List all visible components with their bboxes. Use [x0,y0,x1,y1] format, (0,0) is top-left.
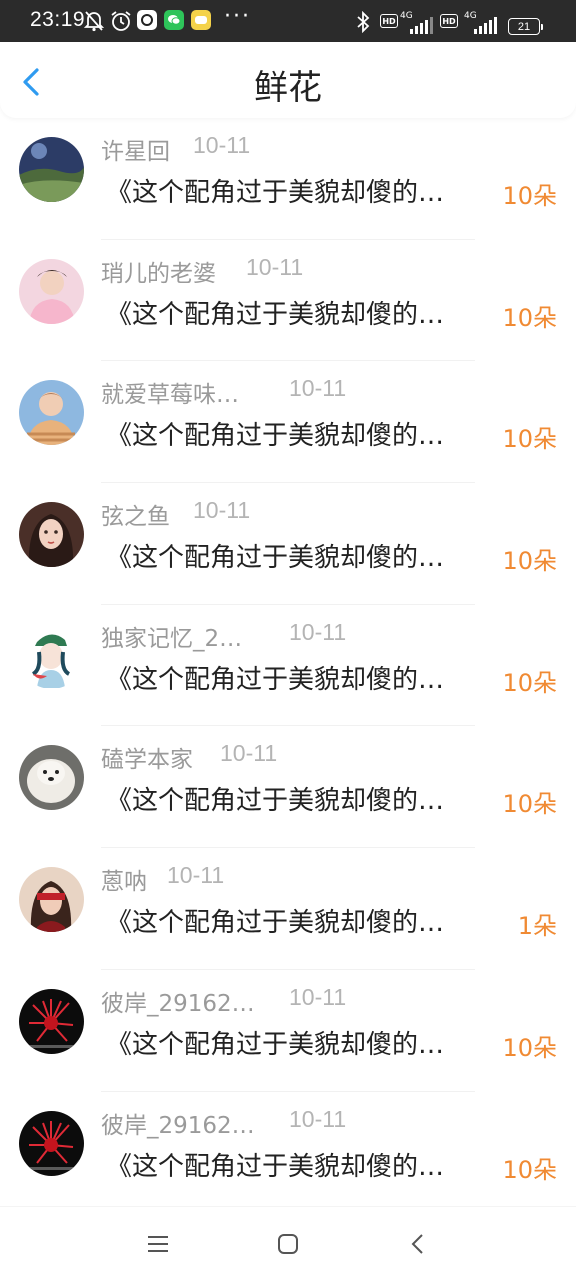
home-icon[interactable] [273,1229,303,1259]
date: 10-11 [289,618,347,645]
page-header: 鲜花 [0,42,576,118]
list-item[interactable]: 琑儿的老婆 10-11 《这个配角过于美貌却傻的… 10朵 [0,240,576,362]
date: 10-11 [246,253,304,280]
book-title[interactable]: 《这个配角过于美貌却傻的… [106,1024,498,1061]
user-name[interactable]: 琑儿的老婆 [101,254,216,288]
flower-count: 10朵 [502,547,557,576]
user-name[interactable]: 许星回 [101,132,170,166]
battery-icon: 21 [508,18,543,35]
avatar[interactable] [19,380,84,446]
signal-bars-2-icon [474,16,497,34]
hd-voice-icon-2: HD [440,14,458,28]
flower-count: 10朵 [502,182,557,210]
flower-count: 10朵 [502,425,557,454]
date: 10-11 [289,983,347,1010]
alarm-icon [110,10,132,32]
date: 10-11 [289,375,347,402]
date: 10-11 [167,862,225,889]
book-title[interactable]: 《这个配角过于美貌却傻的… [106,902,498,939]
list-item[interactable]: 蒽呐 10-11 《这个配角过于美貌却傻的… 1朵 [0,848,576,970]
flower-count: 1朵 [517,912,557,941]
avatar[interactable] [19,137,84,202]
list-item[interactable]: 彼岸_29162… 10-11 《这个配角过于美貌却傻的… 10朵 [0,970,576,1092]
flower-count: 10朵 [502,1033,557,1062]
avatar[interactable] [19,258,84,324]
avatar[interactable] [19,502,84,568]
wechat-icon [164,10,184,30]
book-title[interactable]: 《这个配角过于美貌却傻的… [106,172,498,209]
user-name[interactable]: 蒽呐 [101,862,147,896]
user-name[interactable]: 弦之鱼 [101,497,170,531]
avatar[interactable] [19,623,84,689]
status-bar: 23:19 ··· HD 4G HD 4G 21 [0,0,576,42]
book-title[interactable]: 《这个配角过于美貌却傻的… [106,1146,498,1183]
book-title[interactable]: 《这个配角过于美貌却傻的… [106,780,498,817]
book-title[interactable]: 《这个配角过于美貌却傻的… [106,294,498,331]
bluetooth-icon [356,11,370,33]
reader-app-icon [191,10,211,30]
flower-list: 许星回 10-11 《这个配角过于美貌却傻的… 10朵 琑儿的老婆 10-11 … [0,118,576,1213]
flower-count: 10朵 [502,303,557,332]
list-item[interactable]: 独家记忆_2… 10-11 《这个配角过于美貌却傻的… 10朵 [0,605,576,727]
user-name[interactable]: 彼岸_29162… [101,1106,255,1140]
user-name[interactable]: 磕学本家 [101,740,193,774]
book-title[interactable]: 《这个配角过于美貌却傻的… [106,659,498,696]
avatar[interactable] [19,867,84,933]
flower-count: 10朵 [502,790,557,819]
list-item[interactable]: 彼岸_29162… 10-11 《这个配角过于美貌却傻的… 10朵 [0,1092,576,1214]
user-name[interactable]: 彼岸_29162… [101,984,255,1018]
status-time: 23:19 [30,8,86,31]
avatar[interactable] [19,1110,84,1176]
date: 10-11 [289,1105,347,1132]
book-title[interactable]: 《这个配角过于美貌却傻的… [106,415,498,452]
flower-count: 10朵 [502,668,557,697]
user-name[interactable]: 独家记忆_2… [101,619,242,653]
list-item[interactable]: 弦之鱼 10-11 《这个配角过于美貌却傻的… 10朵 [0,483,576,605]
page-title: 鲜花 [254,68,322,108]
flower-count: 10朵 [502,1155,557,1184]
date: 10-11 [220,740,278,767]
menu-icon[interactable] [143,1229,173,1259]
silent-bell-icon [84,10,104,32]
more-notifications-icon: ··· [224,4,251,29]
signal-bars-1-icon [410,16,433,34]
list-item[interactable]: 就爱草莓味… 10-11 《这个配角过于美貌却傻的… 10朵 [0,361,576,484]
list-item[interactable]: 磕学本家 10-11 《这个配角过于美貌却傻的… 10朵 [0,726,576,849]
date: 10-11 [193,497,251,524]
system-nav-bar [0,1206,576,1280]
list-item[interactable]: 许星回 10-11 《这个配角过于美貌却傻的… 10朵 [0,118,576,240]
hd-voice-icon: HD [380,14,398,28]
user-name[interactable]: 就爱草莓味… [101,375,239,409]
app-notification-icon [137,10,157,30]
avatar[interactable] [19,988,84,1054]
avatar[interactable] [19,745,84,811]
back-icon[interactable] [403,1229,433,1259]
book-title[interactable]: 《这个配角过于美貌却傻的… [106,537,498,574]
date: 10-11 [193,132,251,158]
